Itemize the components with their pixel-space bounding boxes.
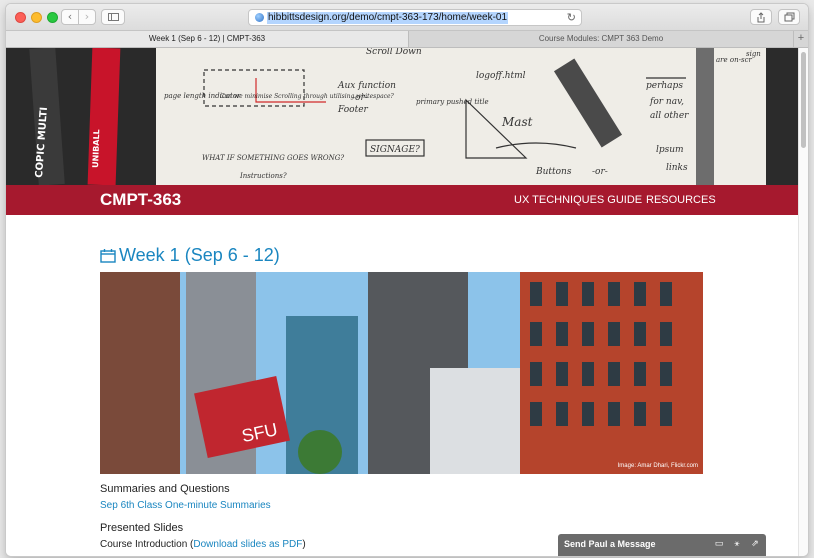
tabs-overview-icon xyxy=(784,12,794,22)
reload-icon[interactable]: ↻ xyxy=(567,11,576,24)
share-button[interactable] xyxy=(750,9,772,25)
web-page: Scroll Down logoff.html page length indi… xyxy=(6,48,798,556)
chat-label[interactable]: Send Paul a Message xyxy=(564,539,656,549)
hero-sketch-text: links xyxy=(666,163,688,173)
slides-item-prefix: Course Introduction ( xyxy=(100,539,194,550)
hero-sketch-text: lpsum xyxy=(656,145,684,155)
bell-icon[interactable]: ⚹ xyxy=(732,539,742,549)
tab-course-modules[interactable]: Course Modules: CMPT 363 Demo xyxy=(409,31,793,47)
download-slides-link[interactable]: Download slides as PDF xyxy=(193,539,302,550)
slides-item: Course Introduction (Download slides as … xyxy=(100,539,306,550)
chevron-right-icon: › xyxy=(84,10,90,23)
zoom-window-button[interactable] xyxy=(47,12,58,23)
nav-ux-techniques-guide[interactable]: UX TECHNIQUES GUIDE xyxy=(514,194,642,206)
header-photo: SFU Image: Amar Dhari, Flickr.com xyxy=(100,272,703,474)
window-icon[interactable]: ▭ xyxy=(714,539,724,549)
back-button[interactable]: ‹ xyxy=(61,9,79,25)
hero-sketch-text: perhaps xyxy=(646,81,683,91)
slides-item-suffix: ) xyxy=(302,539,306,550)
tabs-overview-button[interactable] xyxy=(778,9,800,25)
hero-sketch-text: Instructions? xyxy=(239,172,287,180)
plus-icon: + xyxy=(797,32,805,44)
calendar-icon xyxy=(100,249,116,263)
hero-sketch-text: SIGNAGE? xyxy=(370,145,420,155)
site-header: CMPT-363 UX TECHNIQUES GUIDE RESOURCES xyxy=(6,185,798,215)
hero-sketch-text: sign xyxy=(746,50,761,58)
hero-sketch-text: all other xyxy=(650,111,689,121)
hero-sketch-text: primary pushed title xyxy=(416,98,489,106)
tab-bar: Week 1 (Sep 6 - 12) | CMPT-363 Course Mo… xyxy=(6,31,808,48)
sidebar-toggle-button[interactable] xyxy=(101,9,125,25)
globe-icon xyxy=(255,13,264,22)
browser-window: ‹ › hibbittsdesign.org/demo/cmpt-363-173… xyxy=(6,4,808,556)
page-title: Week 1 (Sep 6 - 12) xyxy=(119,245,280,265)
close-window-button[interactable] xyxy=(15,12,26,23)
hero-sketch-text: UNIBALL xyxy=(91,129,101,168)
slides-heading: Presented Slides xyxy=(100,522,184,534)
address-bar[interactable]: hibbittsdesign.org/demo/cmpt-363-173/hom… xyxy=(248,9,582,26)
sidebar-icon xyxy=(107,13,119,21)
hero-sketch-text: Mast xyxy=(501,115,533,129)
hero-sketch-text: -or- xyxy=(592,167,608,177)
forward-button[interactable]: › xyxy=(78,9,96,25)
hero-sketch-text: WHAT IF SOMETHING GOES WRONG? xyxy=(202,154,344,162)
hero-sketch-text: Can we minimise Scrolling through utilis… xyxy=(220,93,395,100)
scrollbar-thumb[interactable] xyxy=(801,52,806,148)
hero-banner: Scroll Down logoff.html page length indi… xyxy=(6,48,798,185)
chevron-left-icon: ‹ xyxy=(67,10,73,23)
hero-sketch-text: -or- xyxy=(352,93,368,103)
hero-sketch-text: Scroll Down xyxy=(366,48,422,57)
nav-resources[interactable]: RESOURCES xyxy=(646,194,716,206)
page-scrollbar[interactable] xyxy=(798,48,808,556)
site-title[interactable]: CMPT-363 xyxy=(100,190,181,210)
chat-bar[interactable]: Send Paul a Message ▭ ⚹ ⇗ xyxy=(558,534,766,556)
browser-toolbar: ‹ › hibbittsdesign.org/demo/cmpt-363-173… xyxy=(6,4,808,31)
summaries-link[interactable]: Sep 6th Class One-minute Summaries xyxy=(100,500,271,511)
url-text[interactable]: hibbittsdesign.org/demo/cmpt-363-173/hom… xyxy=(267,12,509,24)
hero-sketch-text: for nav, xyxy=(649,97,684,107)
tab-week-1[interactable]: Week 1 (Sep 6 - 12) | CMPT-363 xyxy=(6,31,409,47)
photo-credit: Image: Amar Dhari, Flickr.com xyxy=(617,463,698,469)
summaries-heading: Summaries and Questions xyxy=(100,483,230,495)
hero-sketch-image: Scroll Down logoff.html page length indi… xyxy=(6,48,798,185)
hero-sketch-text: logoff.html xyxy=(476,71,526,81)
hero-sketch-text: Aux function xyxy=(337,81,396,91)
expand-icon[interactable]: ⇗ xyxy=(750,539,760,549)
new-tab-button[interactable]: + xyxy=(793,31,808,47)
hero-sketch-text: Footer xyxy=(337,105,369,115)
minimize-window-button[interactable] xyxy=(31,12,42,23)
share-icon xyxy=(757,12,765,23)
hero-sketch-text: Buttons xyxy=(535,167,572,177)
